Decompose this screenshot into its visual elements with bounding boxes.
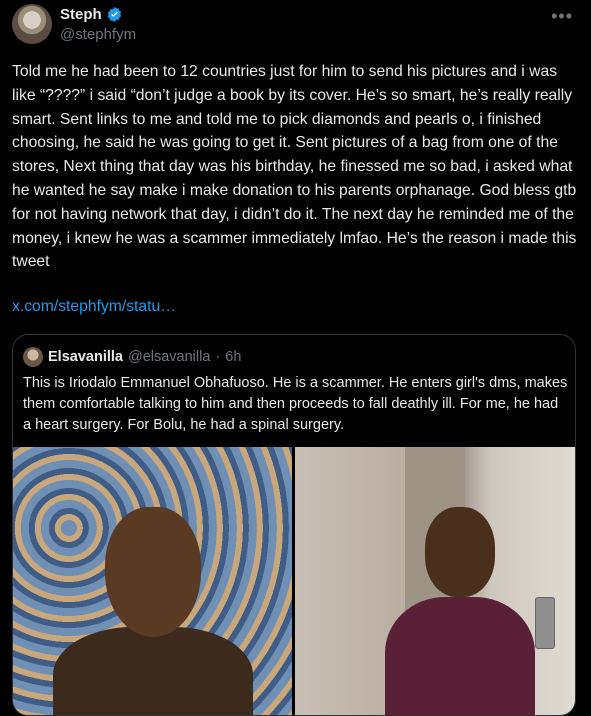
quoted-author-avatar <box>23 347 43 367</box>
person-body <box>53 627 253 715</box>
author-avatar[interactable] <box>12 4 52 44</box>
quoted-photo-2[interactable] <box>295 447 575 715</box>
elevator-switch <box>535 597 555 649</box>
author-name-row: Steph <box>60 6 123 23</box>
quoted-photo-1[interactable] <box>13 447 292 715</box>
quoted-tweet-text: This is Iriodalo Emmanuel Obhafuoso. He … <box>23 375 568 433</box>
quoted-author-handle: @elsavanilla <box>127 349 211 365</box>
verified-badge-icon <box>107 7 121 22</box>
quoted-tweet-time: 6h <box>225 349 242 365</box>
tweet-link[interactable]: x.com/stephfym/statu… <box>12 298 176 316</box>
separator-dot: · <box>215 349 221 365</box>
quoted-author-name: Elsavanilla <box>48 349 123 365</box>
quoted-tweet-header: Elsavanilla @elsavanilla · 6h <box>23 347 241 367</box>
tweet-header: Steph @stephfym ••• <box>12 4 579 50</box>
quoted-tweet[interactable]: Elsavanilla @elsavanilla · 6h This is Ir… <box>12 334 576 716</box>
person-face <box>105 507 201 637</box>
tweet-text: Told me he had been to 12 countries just… <box>12 63 581 271</box>
more-icon[interactable]: ••• <box>551 6 573 27</box>
author-handle[interactable]: @stephfym <box>60 26 136 43</box>
person-face <box>425 507 495 597</box>
author-name[interactable]: Steph <box>60 6 102 23</box>
person-body <box>385 597 535 715</box>
